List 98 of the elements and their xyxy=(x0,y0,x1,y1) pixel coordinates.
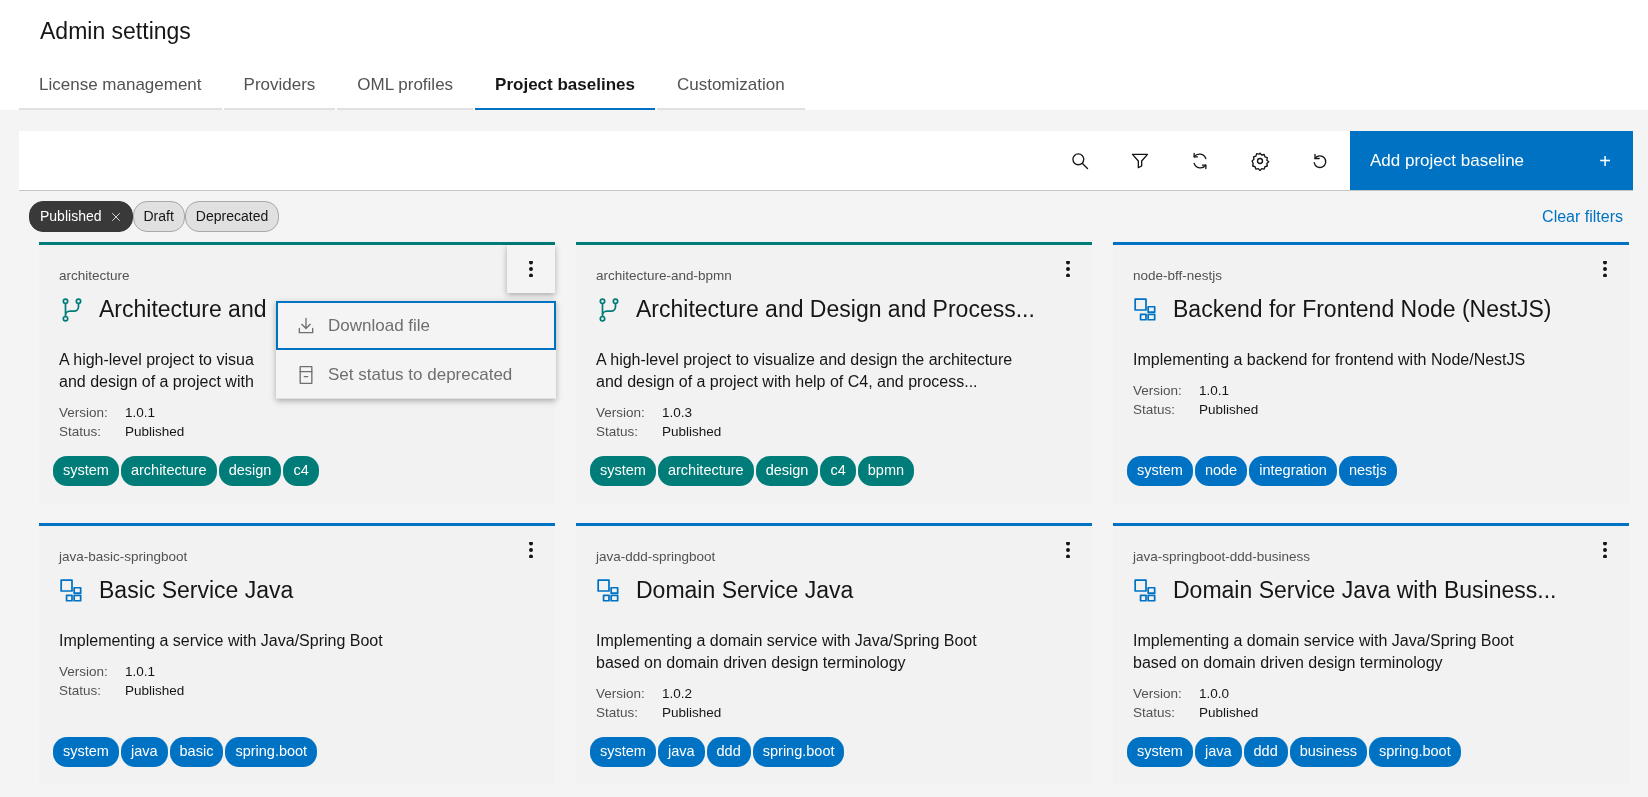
add-project-baseline-button[interactable]: Add project baseline + xyxy=(1350,131,1633,191)
menu-item[interactable]: Set status to deprecated xyxy=(276,350,556,400)
version-value: 1.0.1 xyxy=(125,663,156,679)
status-value: Published xyxy=(1199,401,1259,417)
settings-icon xyxy=(1250,150,1270,171)
plus-icon: + xyxy=(1599,145,1611,176)
project-id: architecture xyxy=(59,267,130,286)
filter-chip[interactable]: Deprecated xyxy=(184,201,280,233)
status-label: Status: xyxy=(59,422,103,441)
tag: system xyxy=(590,737,656,768)
component-icon xyxy=(59,577,85,604)
tag: design xyxy=(218,456,282,487)
tag: basic xyxy=(169,737,224,768)
project-id: java-ddd-springboot xyxy=(596,548,716,567)
card-description: Implementing a backend for frontend with Node/NestJS xyxy=(1133,350,1526,368)
tag: integration xyxy=(1249,456,1337,487)
tag: architecture xyxy=(657,456,754,487)
tag: business xyxy=(1289,737,1367,768)
search-icon xyxy=(1070,150,1090,171)
tag: spring.boot xyxy=(752,737,845,768)
overflow-menu-button[interactable] xyxy=(507,245,555,294)
status-label: Status: xyxy=(1133,703,1177,722)
card-title: Architecture and xyxy=(99,295,267,325)
version-label: Version: xyxy=(596,684,646,703)
status-label: Status: xyxy=(1133,400,1177,419)
version-value: 1.0.3 xyxy=(662,404,693,420)
tag: system xyxy=(1127,737,1193,768)
card-title: Domain Service Java with Business... xyxy=(1173,576,1557,606)
card-title: Domain Service Java xyxy=(636,576,854,606)
page-title: Admin settings xyxy=(40,18,192,46)
version-label: Version: xyxy=(596,403,646,422)
status-value: Published xyxy=(662,704,722,720)
status-label: Status: xyxy=(59,681,103,700)
project-id: java-basic-springboot xyxy=(59,548,188,567)
tag: spring.boot xyxy=(225,737,318,768)
tag: architecture xyxy=(120,456,217,487)
status-value: Published xyxy=(125,682,185,698)
card-title: Basic Service Java xyxy=(99,576,294,606)
tag: java xyxy=(1194,737,1242,768)
card-description: based on domain driven design terminology xyxy=(596,653,906,671)
version-label: Version: xyxy=(1133,381,1183,400)
card-title: Backend for Frontend Node (NestJS) xyxy=(1173,295,1552,325)
card-description: Implementing a service with Java/Spring Boot xyxy=(59,631,383,649)
status-value: Published xyxy=(1199,704,1259,720)
tag: system xyxy=(53,456,119,487)
version-label: Version: xyxy=(1133,684,1183,703)
status-value: Published xyxy=(125,423,185,439)
kebab-icon xyxy=(529,261,533,278)
tag: java xyxy=(657,737,705,768)
filter-chip[interactable]: Draft xyxy=(132,201,185,233)
tag: spring.boot xyxy=(1368,737,1461,768)
tag: system xyxy=(1127,456,1193,487)
download-icon xyxy=(296,315,316,336)
version-value: 1.0.0 xyxy=(1199,685,1230,701)
component-icon xyxy=(1133,577,1159,604)
card-description: based on domain driven design terminology xyxy=(1133,653,1443,671)
tag: c4 xyxy=(820,456,856,487)
component-icon xyxy=(596,577,622,604)
component-icon xyxy=(1133,296,1159,323)
tag: design xyxy=(755,456,819,487)
version-value: 1.0.1 xyxy=(125,404,156,420)
tag: system xyxy=(53,737,119,768)
card-title: Architecture and Design and Process... xyxy=(636,295,1035,325)
card-description: A high-level project to visua xyxy=(59,350,254,368)
kebab-icon xyxy=(1603,261,1607,278)
version-value: 1.0.2 xyxy=(662,685,693,701)
tag: bpmn xyxy=(857,456,915,487)
card-description: and design of a project with xyxy=(59,372,254,390)
project-id: architecture-and-bpmn xyxy=(596,267,732,286)
version-label: Version: xyxy=(59,403,109,422)
tag: ddd xyxy=(706,737,751,768)
card-description: and design of a project with help of C4, and process... xyxy=(596,372,978,390)
tag: c4 xyxy=(283,456,319,487)
close-icon xyxy=(109,210,122,223)
status-label: Status: xyxy=(596,703,640,722)
status-label: Status: xyxy=(596,422,640,441)
version-label: Version: xyxy=(59,662,109,681)
kebab-icon xyxy=(1603,542,1607,559)
status-value: Published xyxy=(662,423,722,439)
project-id: node-bff-nestjs xyxy=(1133,267,1223,286)
kebab-icon xyxy=(1066,542,1070,559)
tag: java xyxy=(120,737,168,768)
branch-icon xyxy=(59,296,85,323)
branch-icon xyxy=(596,296,622,323)
filter-chip[interactable]: Published xyxy=(29,201,133,233)
card-description: Implementing a domain service with Java/Spring Boot xyxy=(596,631,977,649)
menu-item[interactable]: Download file xyxy=(276,301,556,351)
card-description: A high-level project to visualize and design the architecture xyxy=(596,350,1013,368)
kebab-icon xyxy=(1066,261,1070,278)
version-value: 1.0.1 xyxy=(1199,382,1230,398)
project-id: java-springboot-ddd-business xyxy=(1133,548,1311,567)
kebab-icon xyxy=(529,542,533,559)
card-description: Implementing a domain service with Java/Spring Boot xyxy=(1133,631,1514,649)
tag: system xyxy=(590,456,656,487)
clear-filters-link[interactable]: Clear filters xyxy=(1542,204,1623,229)
tag: node xyxy=(1194,456,1248,487)
tag: nestjs xyxy=(1338,456,1397,487)
tag: ddd xyxy=(1243,737,1288,768)
